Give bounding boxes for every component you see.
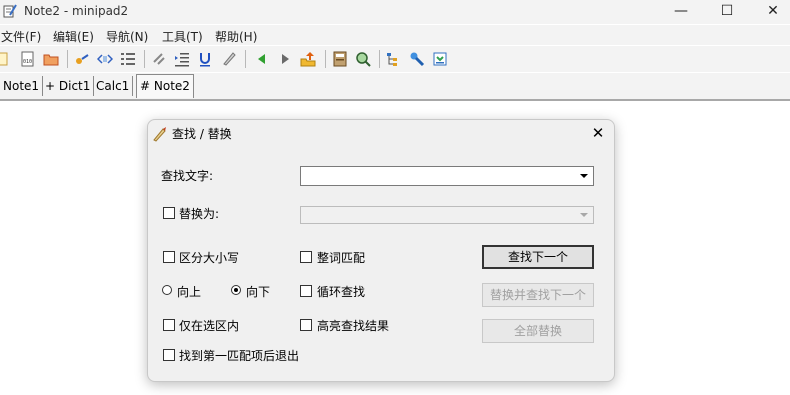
tab-dict1[interactable]: + Dict1	[42, 76, 95, 96]
maximize-button[interactable]: ☐	[704, 0, 750, 24]
code-icon[interactable]	[97, 51, 113, 67]
case-sensitive-label: 区分大小写	[179, 251, 240, 265]
toolbar: 010	[0, 46, 790, 72]
tab-bar: Note1 + Dict1 Calc1 # Note2	[0, 73, 790, 101]
svg-text:010: 010	[23, 59, 32, 65]
dialog-title: 查找 / 替换	[172, 127, 232, 141]
tab-calc1[interactable]: Calc1	[93, 76, 134, 96]
replace-all-button[interactable]: 全部替换	[482, 319, 594, 343]
find-label: 查找文字:	[161, 169, 214, 183]
window-title: Note2 - minipad2	[24, 4, 129, 18]
tool-wrench-icon[interactable]	[409, 51, 425, 67]
in-selection-label: 仅在选区内	[179, 319, 240, 333]
title-bar: Note2 - minipad2 — ☐ ✕	[0, 0, 790, 24]
direction-up-label: 向上	[177, 285, 202, 299]
new-file-icon[interactable]	[0, 51, 10, 67]
loop-search-label: 循环查找	[317, 285, 366, 299]
replace-label: 替换为:	[179, 207, 220, 221]
tree-icon[interactable]	[386, 51, 402, 67]
minimize-button[interactable]: —	[658, 0, 704, 24]
dialog-title-bar[interactable]: 查找 / 替换 ✕	[148, 120, 614, 148]
highlight-results-label: 高亮查找结果	[317, 319, 390, 333]
replace-combobox[interactable]	[300, 206, 594, 224]
case-sensitive-checkbox[interactable]	[163, 251, 175, 263]
rocket-icon	[153, 127, 166, 142]
forward-arrow-icon[interactable]	[277, 51, 293, 67]
chevron-down-icon[interactable]	[576, 168, 592, 183]
in-selection-checkbox[interactable]	[163, 319, 175, 331]
replace-find-next-button[interactable]: 替换并查找下一个	[482, 283, 594, 307]
direction-down-radio[interactable]	[231, 285, 241, 295]
direction-down-label: 向下	[246, 285, 271, 299]
back-arrow-icon[interactable]	[254, 51, 270, 67]
find-combobox[interactable]	[300, 166, 594, 186]
close-window-button[interactable]: ✕	[750, 0, 790, 24]
menu-tools[interactable]: 工具(T)	[162, 28, 203, 45]
open-folder-icon[interactable]	[43, 51, 59, 67]
replace-checkbox[interactable]	[163, 207, 175, 219]
menu-navigate[interactable]: 导航(N)	[106, 28, 148, 45]
menu-file[interactable]: 文件(F)	[1, 28, 41, 45]
book-icon[interactable]	[332, 51, 348, 67]
toolbar-separator	[67, 50, 68, 68]
underline-icon[interactable]	[197, 51, 213, 67]
toolbar-separator	[379, 50, 380, 68]
add-link-icon[interactable]	[74, 51, 90, 67]
list-icon[interactable]	[120, 51, 136, 67]
dialog-close-button[interactable]: ✕	[586, 122, 610, 144]
link-icon[interactable]	[151, 51, 167, 67]
loop-search-checkbox[interactable]	[300, 285, 312, 297]
menu-edit[interactable]: 编辑(E)	[53, 28, 94, 45]
up-level-icon[interactable]	[300, 51, 316, 67]
binary-file-icon[interactable]: 010	[20, 51, 36, 67]
rocket-icon[interactable]	[221, 51, 237, 67]
whole-word-checkbox[interactable]	[300, 251, 312, 263]
tab-note2[interactable]: # Note2	[136, 74, 194, 98]
highlight-results-checkbox[interactable]	[300, 319, 312, 331]
indent-icon[interactable]	[174, 51, 190, 67]
toolbar-separator	[245, 50, 246, 68]
tab-note1[interactable]: Note1	[0, 76, 44, 96]
minimize-to-tray-icon[interactable]	[432, 51, 448, 67]
exit-after-first-checkbox[interactable]	[163, 349, 175, 361]
menu-help[interactable]: 帮助(H)	[215, 28, 257, 45]
find-replace-dialog: 查找 / 替换 ✕ 查找文字: 替换为: 区分大小写 整词匹配 查找下一个 向上…	[147, 119, 615, 382]
direction-up-radio[interactable]	[162, 285, 172, 295]
exit-after-first-label: 找到第一匹配项后退出	[179, 349, 300, 363]
find-next-button[interactable]: 查找下一个	[482, 245, 594, 269]
chevron-down-icon[interactable]	[576, 208, 592, 222]
whole-word-label: 整词匹配	[317, 251, 366, 265]
toolbar-separator	[325, 50, 326, 68]
menu-bar: 文件(F) 编辑(E) 导航(N) 工具(T) 帮助(H)	[0, 25, 790, 45]
search-icon[interactable]	[355, 51, 371, 67]
toolbar-separator	[144, 50, 145, 68]
app-notepad-icon	[3, 4, 17, 18]
